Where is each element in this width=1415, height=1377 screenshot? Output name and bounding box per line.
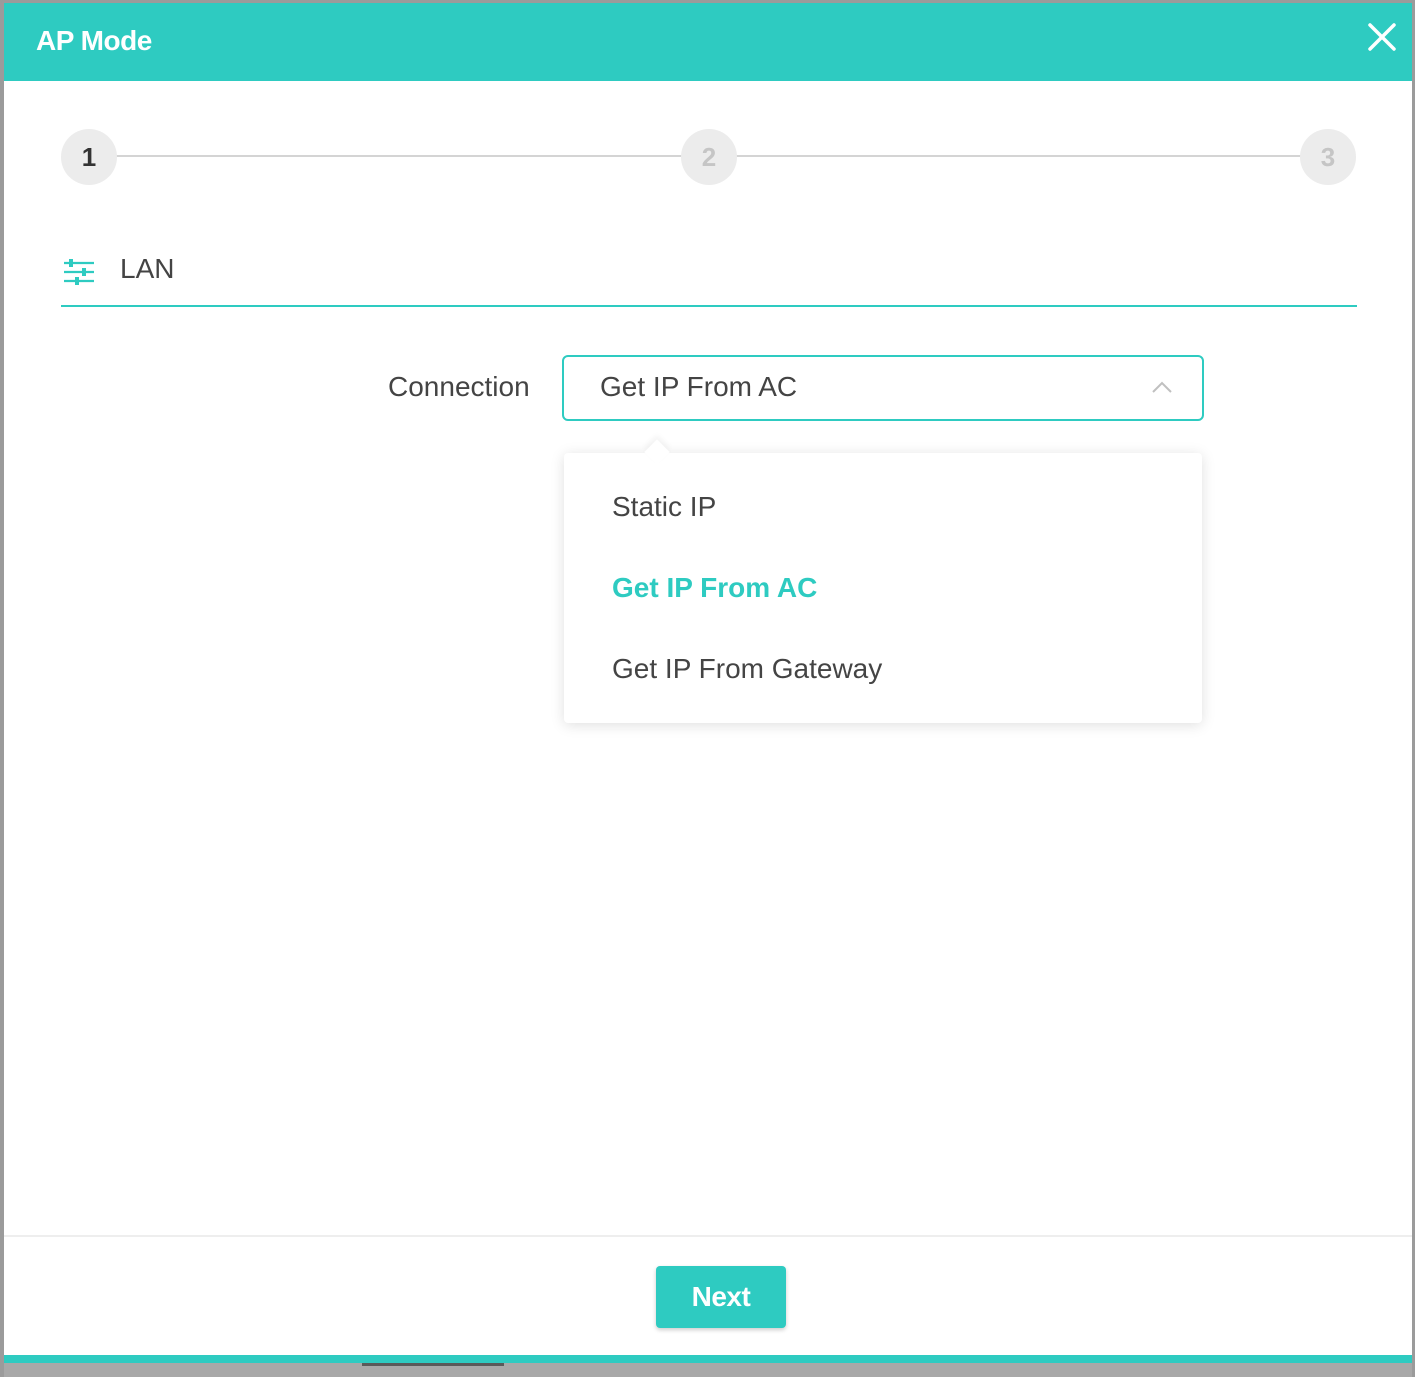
- option-static-ip[interactable]: Static IP: [612, 491, 716, 523]
- step-connector: [734, 155, 1304, 157]
- footer-divider: [4, 1235, 1412, 1237]
- close-icon: [1368, 23, 1396, 51]
- background-tab: [362, 1363, 504, 1366]
- chevron-up-icon: [1152, 381, 1172, 393]
- next-button[interactable]: Next: [656, 1266, 786, 1328]
- section-title: LAN: [120, 253, 175, 284]
- bottom-accent-bar: [4, 1355, 1412, 1363]
- dialog-title: AP Mode: [36, 25, 152, 56]
- step-3: 3: [1300, 129, 1356, 185]
- section-underline: [61, 305, 1357, 307]
- dialog-header: AP Mode: [4, 3, 1412, 81]
- step-connector: [114, 155, 684, 157]
- dropdown-arrow: [644, 439, 670, 465]
- step-1: 1: [61, 129, 117, 185]
- connection-select-value: Get IP From AC: [600, 371, 798, 402]
- option-get-ip-from-ac[interactable]: Get IP From AC: [612, 572, 817, 604]
- connection-label: Connection: [388, 371, 530, 402]
- background-strip: [4, 1363, 1412, 1377]
- option-get-ip-from-gateway[interactable]: Get IP From Gateway: [612, 653, 882, 685]
- connection-select[interactable]: Get IP From AC: [562, 355, 1204, 421]
- ap-mode-dialog: AP Mode 1 2 3 LAN Connection Get IP From…: [4, 3, 1412, 1377]
- close-button[interactable]: [1362, 17, 1402, 57]
- sliders-icon: [64, 259, 94, 285]
- connection-dropdown: Static IP Get IP From AC Get IP From Gat…: [564, 439, 1202, 723]
- step-2: 2: [681, 129, 737, 185]
